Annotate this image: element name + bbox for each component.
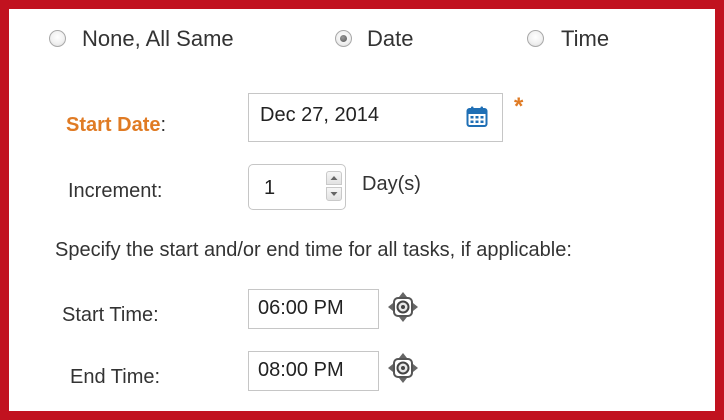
end-time-label: End Time: [70,366,161,388]
radio-option-date[interactable]: Date [335,26,445,54]
radio-date[interactable] [335,30,352,47]
start-date-label: Start Date: [66,114,167,136]
radio-none[interactable] [49,30,66,47]
radio-none-label: None, All Same [82,26,234,51]
increment-stepper[interactable]: 1 [248,164,346,210]
start-date-field[interactable]: Dec 27, 2014 [248,93,503,142]
calendar-icon[interactable] [466,106,488,128]
start-time-field[interactable]: 06:00 PM [248,289,379,329]
move-arrows-icon[interactable] [387,352,419,384]
start-time-label: Start Time: [62,304,159,326]
stepper-down-button[interactable] [326,187,342,201]
end-time-field[interactable]: 08:00 PM [248,351,379,391]
end-time-value: 08:00 PM [258,359,344,381]
radio-date-label: Date [367,26,414,51]
radio-time[interactable] [527,30,544,47]
schedule-panel: None, All Same Date Time Start Date: Dec… [0,0,724,420]
required-asterisk: * [514,93,524,120]
increment-label: Increment: [68,180,163,202]
start-time-value: 06:00 PM [258,297,344,319]
instructions-text: Specify the start and/or end time for al… [55,239,572,261]
start-date-value: Dec 27, 2014 [260,104,379,126]
move-arrows-icon[interactable] [387,291,419,323]
radio-option-time[interactable]: Time [527,26,637,54]
increment-unit: Day(s) [362,173,421,195]
radio-time-label: Time [561,26,610,51]
radio-option-none[interactable]: None, All Same [49,26,279,54]
increment-value: 1 [264,177,276,199]
stepper-up-button[interactable] [326,171,342,185]
